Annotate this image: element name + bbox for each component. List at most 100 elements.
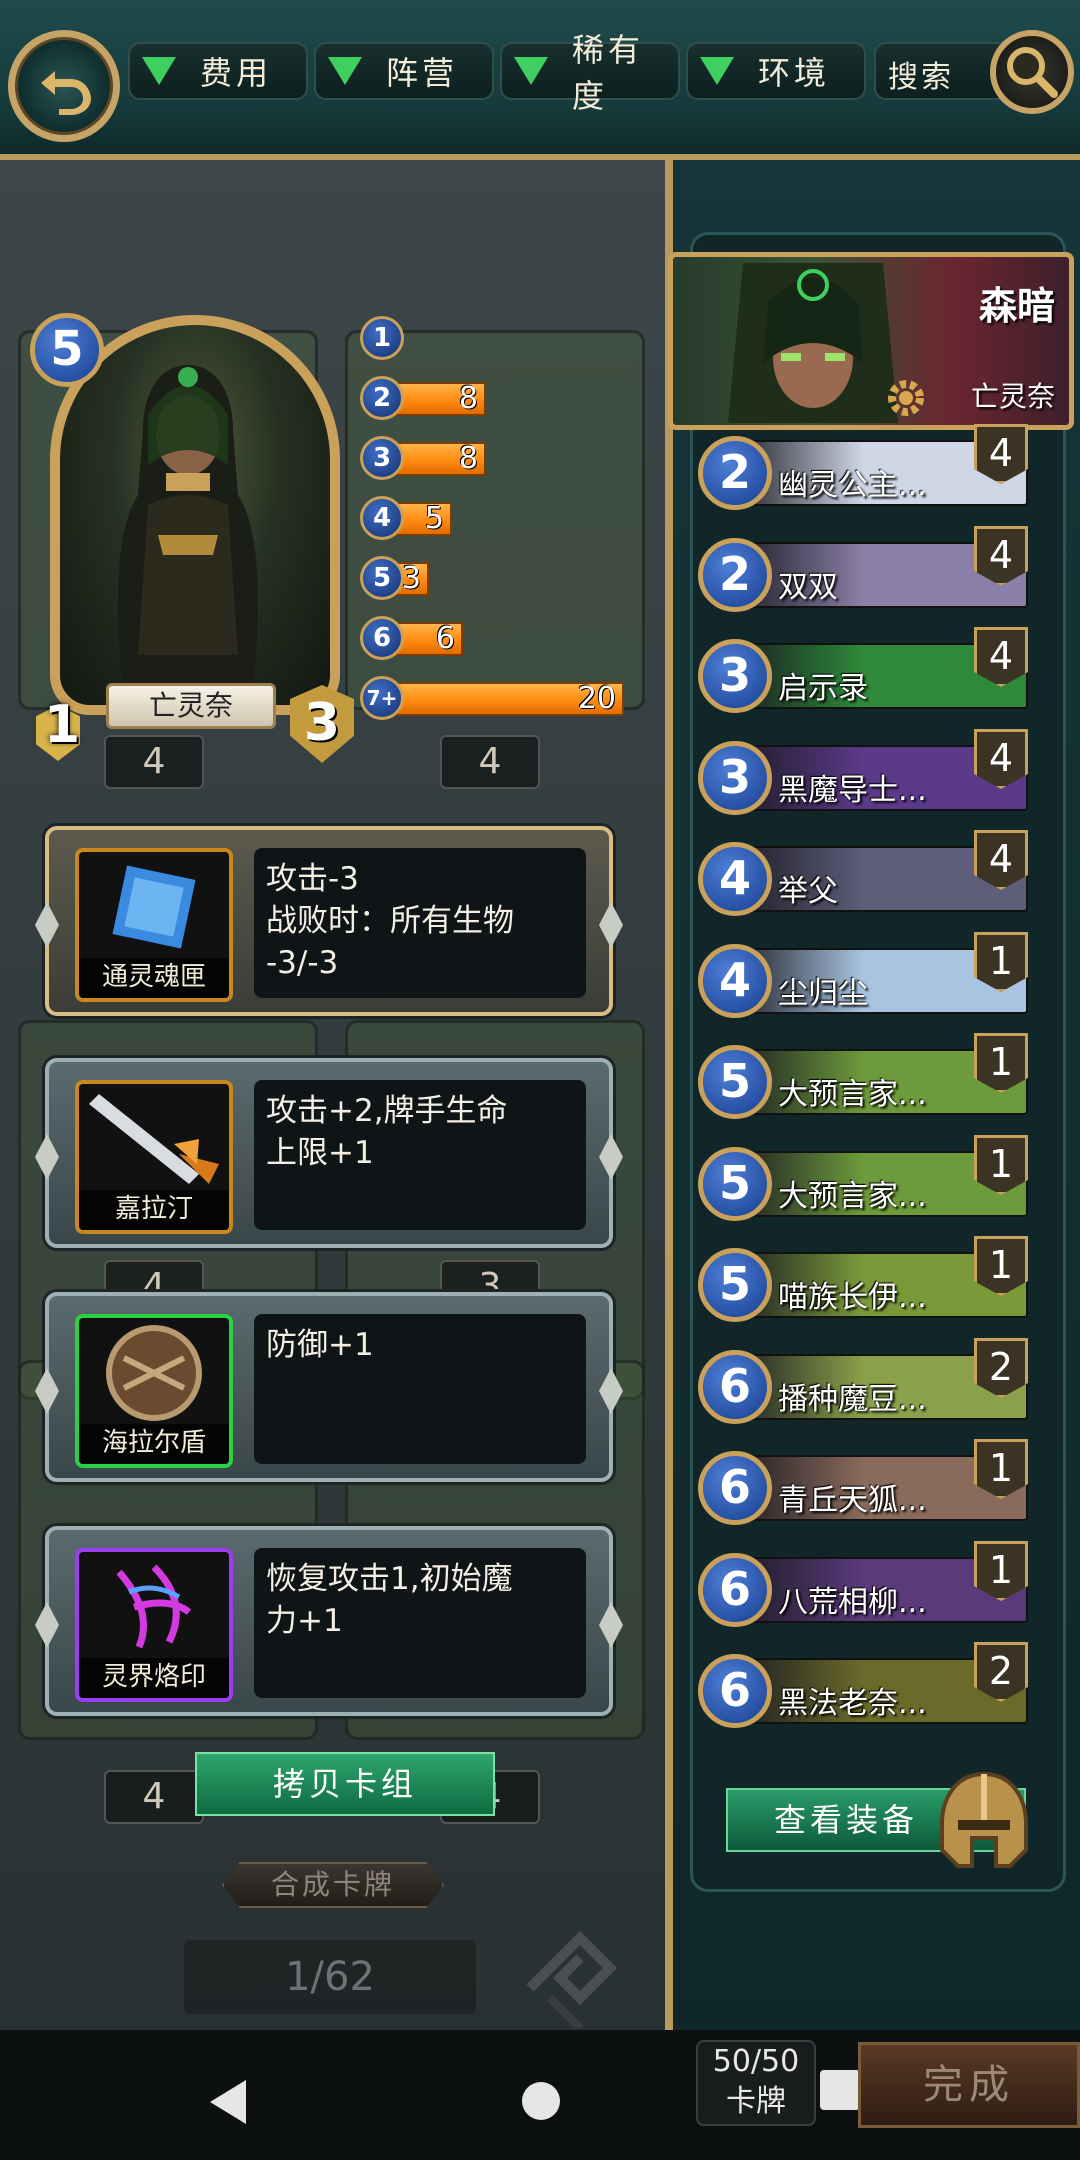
deck-count-value: 50/50 xyxy=(712,2044,800,2079)
deck-card[interactable]: 2 6 黑法老奈... xyxy=(698,1642,1034,1730)
equipment-item[interactable]: 通灵魂匣 攻击-3 战败时：所有生物 -3/-3 xyxy=(35,826,623,1016)
cost-row: 1 xyxy=(350,316,640,360)
dropdown-triangle-icon xyxy=(514,57,548,85)
deck-count-label: 卡牌 xyxy=(726,2084,786,2119)
filter-label: 费用 xyxy=(200,54,273,92)
deck-card[interactable]: 1 6 青丘天狐... xyxy=(698,1439,1034,1527)
card-name: 八荒相柳... xyxy=(778,1585,927,1620)
equipment-icon: 嘉拉汀 xyxy=(75,1080,233,1234)
deck-card[interactable]: 2 6 播种魔豆... xyxy=(698,1338,1034,1426)
equipment-name: 灵界烙印 xyxy=(79,1658,229,1698)
copy-deck-button[interactable]: 拷贝卡组 xyxy=(195,1752,495,1816)
cost-gem: 7+ xyxy=(360,676,404,720)
filter-rarity-button[interactable]: 稀有度 xyxy=(500,31,680,115)
cost-count: 8 xyxy=(458,381,478,416)
background-stat: 4 xyxy=(440,735,540,789)
deck-card[interactable]: 4 4 举父 xyxy=(698,830,1034,918)
next-page-arrow-icon[interactable] xyxy=(520,1918,620,2028)
hero-portrait xyxy=(118,365,258,685)
cost-gem: 2 xyxy=(360,376,404,420)
leader-banner[interactable]: 森暗 亡灵奈 xyxy=(668,252,1074,430)
cost-count: 8 xyxy=(458,441,478,476)
equipment-item[interactable]: 海拉尔盾 防御+1 xyxy=(35,1292,623,1482)
card-name: 尘归尘 xyxy=(778,976,868,1011)
card-cost-gem: 3 xyxy=(698,741,772,815)
cost-row: 54 xyxy=(350,496,640,540)
filter-label: 环境 xyxy=(758,54,831,92)
done-button[interactable]: 完成 xyxy=(858,2042,1080,2128)
card-cost-gem: 4 xyxy=(698,842,772,916)
cost-row: 20 7+ xyxy=(350,676,640,720)
equipment-description: 攻击+2,牌手生命 上限+1 xyxy=(254,1080,586,1230)
cost-row: 83 xyxy=(350,436,640,480)
cost-distribution: 1 8 2 8 3 5 4 3 5 6 6 20 7+ xyxy=(350,316,640,738)
cost-gem: 4 xyxy=(360,496,404,540)
hero-cost-gem: 5 xyxy=(30,313,104,387)
card-name: 大预言家... xyxy=(778,1077,927,1112)
equipment-item[interactable]: 灵界烙印 恢复攻击1,初始魔 力+1 xyxy=(35,1526,623,1716)
leader-name: 森暗 xyxy=(978,283,1055,328)
hero-health: 3 xyxy=(290,685,354,763)
card-name: 双双 xyxy=(778,570,838,605)
top-bar: 费用 阵营 稀有度 环境 搜索 xyxy=(0,0,1080,160)
card-cost-gem: 2 xyxy=(698,538,772,612)
leader-faction: 亡灵奈 xyxy=(970,380,1055,413)
deck-card[interactable]: 1 5 大预言家... xyxy=(698,1135,1034,1223)
card-name: 喵族长伊... xyxy=(778,1280,927,1315)
equipment-description: 防御+1 xyxy=(254,1314,586,1464)
card-name: 幽灵公主... xyxy=(778,468,927,503)
return-arrow-icon xyxy=(41,71,91,115)
deck-card[interactable]: 1 5 喵族长伊... xyxy=(698,1236,1034,1324)
cost-row: 35 xyxy=(350,556,640,600)
cost-gem: 5 xyxy=(360,556,404,600)
card-name: 播种魔豆... xyxy=(778,1382,927,1417)
card-cost-gem: 2 xyxy=(698,436,772,510)
card-name: 大预言家... xyxy=(778,1179,927,1214)
card-cost-gem: 4 xyxy=(698,944,772,1018)
deck-card[interactable]: 1 6 八荒相柳... xyxy=(698,1541,1034,1629)
cost-gem: 1 xyxy=(360,316,404,360)
card-cost-gem: 6 xyxy=(698,1350,772,1424)
filter-label: 阵营 xyxy=(386,54,459,92)
helmet-icon[interactable] xyxy=(928,1766,1040,1878)
filter-faction-button[interactable]: 阵营 xyxy=(314,42,494,100)
card-cost-gem: 6 xyxy=(698,1654,772,1728)
hero-name: 亡灵奈 xyxy=(106,683,276,729)
nav-recent-apps-icon[interactable] xyxy=(820,2070,860,2110)
nav-home-icon[interactable] xyxy=(522,2082,560,2120)
dropdown-triangle-icon xyxy=(142,57,176,85)
card-cost-gem: 5 xyxy=(698,1045,772,1119)
search-label: 搜索 xyxy=(888,60,954,95)
background-stat: 4 xyxy=(104,1770,204,1824)
gear-icon[interactable] xyxy=(883,375,929,421)
equipment-name: 嘉拉汀 xyxy=(79,1190,229,1230)
equipment-description: 恢复攻击1,初始魔 力+1 xyxy=(254,1548,586,1698)
cost-count: 20 xyxy=(577,681,616,716)
deck-card[interactable]: 4 2 双双 xyxy=(698,526,1034,614)
craft-card-button[interactable]: 合成卡牌 xyxy=(222,1862,444,1908)
nav-back-icon[interactable] xyxy=(210,2080,246,2124)
filter-cost-button[interactable]: 费用 xyxy=(128,42,308,100)
deck-count: 50/50 卡牌 xyxy=(696,2040,816,2126)
equipment-item[interactable]: 嘉拉汀 攻击+2,牌手生命 上限+1 xyxy=(35,1058,623,1248)
filter-environment-button[interactable]: 环境 xyxy=(686,42,866,100)
dropdown-triangle-icon xyxy=(328,57,362,85)
magnifier-icon[interactable] xyxy=(990,30,1074,114)
equipment-name: 通灵魂匣 xyxy=(79,958,229,998)
hero-card[interactable]: 5 亡灵奈 1 3 xyxy=(28,285,358,763)
card-cost-gem: 6 xyxy=(698,1553,772,1627)
card-cost-gem: 6 xyxy=(698,1451,772,1525)
card-cost-gem: 3 xyxy=(698,639,772,713)
equipment-name: 海拉尔盾 xyxy=(79,1424,229,1464)
deck-card[interactable]: 1 4 尘归尘 xyxy=(698,932,1034,1020)
deck-card[interactable]: 1 5 大预言家... xyxy=(698,1033,1034,1121)
filter-label: 稀有度 xyxy=(572,31,645,115)
card-name: 黑魔导士... xyxy=(778,773,927,808)
cost-row: 82 xyxy=(350,376,640,420)
deck-card[interactable]: 4 3 启示录 xyxy=(698,627,1034,715)
equipment-icon: 灵界烙印 xyxy=(75,1548,233,1702)
deck-card[interactable]: 4 2 幽灵公主... xyxy=(698,424,1034,512)
back-button[interactable] xyxy=(8,30,120,142)
deck-card[interactable]: 4 3 黑魔导士... xyxy=(698,729,1034,817)
page-indicator: 1/62 xyxy=(184,1940,476,2014)
